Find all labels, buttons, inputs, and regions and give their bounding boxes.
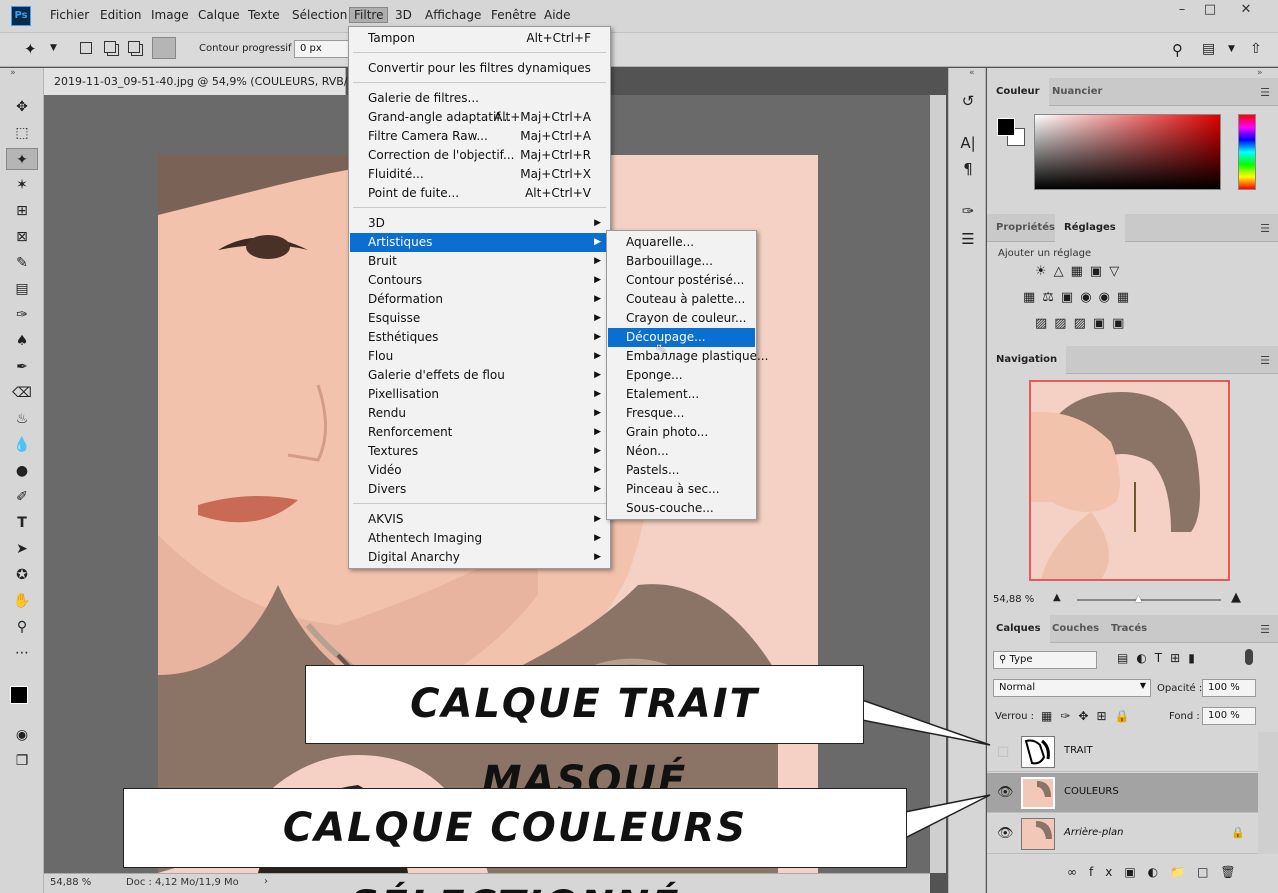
- callout-bottom: CALQUE COULEURS SÉLECTIONNÉ: [123, 788, 907, 893]
- foreground-color-swatch[interactable]: [997, 118, 1015, 136]
- callout-top: CALQUE TRAIT MASQUÉ: [305, 665, 864, 804]
